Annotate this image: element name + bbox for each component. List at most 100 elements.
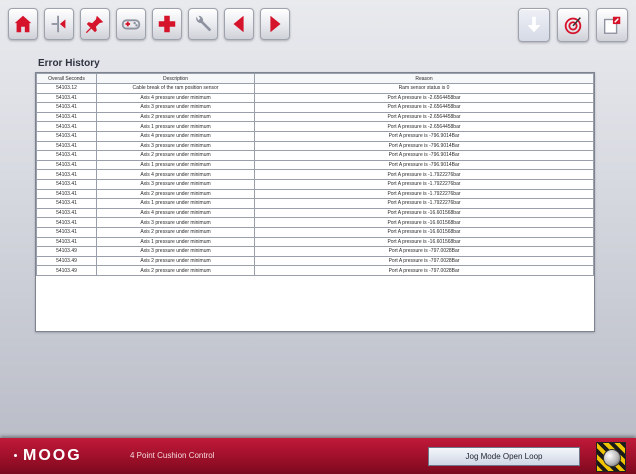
table-cell: Port A pressure is -796.9014Bar xyxy=(254,159,594,171)
exit-button[interactable] xyxy=(596,8,628,42)
table-cell: Port A pressure is -796.9014Bar xyxy=(254,150,594,161)
table-cell: Port A pressure is -796.9014Bar xyxy=(254,140,594,152)
previous-button[interactable] xyxy=(224,8,254,40)
table-cell: Axis 4 pressure under minimum xyxy=(96,92,255,104)
table-cell: Port A pressure is -2.6564458bar xyxy=(254,102,594,113)
table-cell: Axis 1 pressure under minimum xyxy=(96,121,255,132)
page-title: Error History xyxy=(38,58,100,69)
add-button[interactable] xyxy=(152,8,182,40)
table-header-row: Overall Seconds Description Reason xyxy=(36,73,594,84)
table-cell: 54103.41 xyxy=(36,111,97,123)
table-cell: 54103.49 xyxy=(36,265,97,276)
logo-dot xyxy=(14,454,17,458)
table-row[interactable]: 54103.41 Axis 1 pressure under minimum Por… xyxy=(36,198,594,209)
target-icon xyxy=(564,17,582,35)
table-cell: Axis 4 pressure under minimum xyxy=(96,130,255,142)
table-cell: Port A pressure is -1.7922276bar xyxy=(254,198,594,209)
table-cell: Axis 1 pressure under minimum xyxy=(96,159,255,171)
table-cell: Ram sensor status is 0 xyxy=(254,83,594,94)
table-cell: Axis 3 pressure under minimum xyxy=(96,102,255,113)
table-row[interactable]: 54103.41 Axis 3 pressure under minimum Por… xyxy=(36,178,594,190)
table-cell: 54103.41 xyxy=(36,121,97,132)
table-row[interactable]: 54103.41 Axis 4 pressure under minimum Por… xyxy=(36,92,594,104)
table-row[interactable]: 54103.41 Axis 3 pressure under minimum Por… xyxy=(36,102,594,113)
home-button[interactable] xyxy=(8,8,38,40)
table-row[interactable]: 54103.41 Axis 1 pressure under minimum Por… xyxy=(36,121,594,132)
table-cell: Axis 2 pressure under minimum xyxy=(96,188,255,200)
table-cell: Port A pressure is -797.0028Bar xyxy=(254,246,594,257)
table-row[interactable]: 54103.41 Axis 4 pressure under minimum Por… xyxy=(36,130,594,142)
table-row[interactable]: 54103.41 Axis 1 pressure under minimum Por… xyxy=(36,159,594,171)
table-cell: Axis 3 pressure under minimum xyxy=(96,217,255,228)
moog-logo: MOOG xyxy=(14,447,82,465)
table-row[interactable]: 54103.49 Axis 2 pressure under minimum Por… xyxy=(36,265,594,276)
table-cell: Axis 4 pressure under minimum xyxy=(96,207,255,219)
next-button[interactable] xyxy=(260,8,290,40)
add-icon xyxy=(158,15,176,33)
table-row[interactable]: 54103.41 Axis 2 pressure under minimum Por… xyxy=(36,226,594,238)
table-cell: 54103.41 xyxy=(36,217,97,228)
app-window: Error History Overall Seconds Descriptio… xyxy=(0,0,636,474)
right-toolbar xyxy=(518,8,628,42)
column-header[interactable]: Description xyxy=(96,73,255,84)
column-header[interactable]: Reason xyxy=(254,73,594,84)
table-cell: 54103.41 xyxy=(36,92,97,104)
table-cell: Port A pressure is -797.0028Bar xyxy=(254,265,594,276)
arrow-right-icon xyxy=(270,15,281,33)
table-cell: 54103.41 xyxy=(36,102,97,113)
table-cell: Axis 4 pressure under minimum xyxy=(96,169,255,180)
table-cell: Axis 3 pressure under minimum xyxy=(96,178,255,190)
table-row[interactable]: 54103.41 Axis 4 pressure under minimum Por… xyxy=(36,169,594,180)
arrow-left-icon xyxy=(233,15,244,33)
table-row[interactable]: 54103.41 Axis 4 pressure under minimum Por… xyxy=(36,207,594,219)
table-cell: Port A pressure is -16.601568bar xyxy=(254,217,594,228)
mode-indicator[interactable]: Jog Mode Open Loop xyxy=(428,447,580,466)
table-row[interactable]: 54103.41 Axis 3 pressure under minimum Por… xyxy=(36,217,594,228)
table-cell: 54103.41 xyxy=(36,188,97,200)
table-cell: Port A pressure is -2.6564458bar xyxy=(254,121,594,132)
status-footer: MOOG 4 Point Cushion Control Jog Mode Op… xyxy=(0,438,636,474)
download-icon xyxy=(527,16,541,33)
table-cell: 54103.41 xyxy=(36,140,97,152)
table-row[interactable]: 54103.49 Axis 2 pressure under minimum Por… xyxy=(36,255,594,267)
table-cell: Port A pressure is -2.6564458bar xyxy=(254,92,594,104)
table-cell: Axis 3 pressure under minimum xyxy=(96,140,255,152)
table-cell: Port A pressure is -16.601568bar xyxy=(254,207,594,219)
pin-icon xyxy=(85,15,104,34)
error-history-table: Overall Seconds Description Reason 54103… xyxy=(35,72,595,332)
table-cell: Port A pressure is -1.7922276bar xyxy=(254,169,594,180)
home-icon xyxy=(14,15,32,33)
table-cell: 54103.41 xyxy=(36,207,97,219)
table-cell: Cable break of the ram position sensor xyxy=(96,83,255,94)
wrench-icon xyxy=(196,15,212,32)
table-cell: Port A pressure is -16.601568bar xyxy=(254,236,594,248)
pin-button[interactable] xyxy=(80,8,110,40)
jog-button[interactable] xyxy=(44,8,74,40)
table-row[interactable]: 54103.41 Axis 2 pressure under minimum Por… xyxy=(36,150,594,161)
table-cell: Port A pressure is -1.7922276bar xyxy=(254,188,594,200)
jog-icon xyxy=(51,15,66,33)
target-button[interactable] xyxy=(557,8,589,42)
table-row[interactable]: 54103.41 Axis 2 pressure under minimum Por… xyxy=(36,111,594,123)
table-cell: Axis 1 pressure under minimum xyxy=(96,236,255,248)
table-cell: Axis 2 pressure under minimum xyxy=(96,111,255,123)
table-cell: 54103.49 xyxy=(36,255,97,267)
emergency-stop-button[interactable] xyxy=(596,442,626,472)
column-header[interactable]: Overall Seconds xyxy=(36,73,97,84)
table-row[interactable]: 54103.49 Axis 3 pressure under minimum Por… xyxy=(36,246,594,257)
table-row[interactable]: 54103.41 Axis 2 pressure under minimum Por… xyxy=(36,188,594,200)
table-row[interactable]: 54103.41 Axis 3 pressure under minimum Por… xyxy=(36,140,594,152)
table-row[interactable]: 54103.12 Cable break of the ram position … xyxy=(36,83,594,94)
download-button[interactable] xyxy=(518,8,550,42)
table-cell: 54103.41 xyxy=(36,150,97,161)
table-cell: 54103.41 xyxy=(36,226,97,238)
table-cell: 54103.41 xyxy=(36,178,97,190)
table-cell: Axis 3 pressure under minimum xyxy=(96,246,255,257)
table-row[interactable]: 54103.41 Axis 1 pressure under minimum Por… xyxy=(36,236,594,248)
gamepad-button[interactable] xyxy=(116,8,146,40)
wrench-button[interactable] xyxy=(188,8,218,40)
table-cell: Port A pressure is -1.7922276bar xyxy=(254,178,594,190)
table-cell: Port A pressure is -16.601568bar xyxy=(254,226,594,238)
table-cell: 54103.49 xyxy=(36,246,97,257)
table-cell: Port A pressure is -797.0028Bar xyxy=(254,255,594,267)
